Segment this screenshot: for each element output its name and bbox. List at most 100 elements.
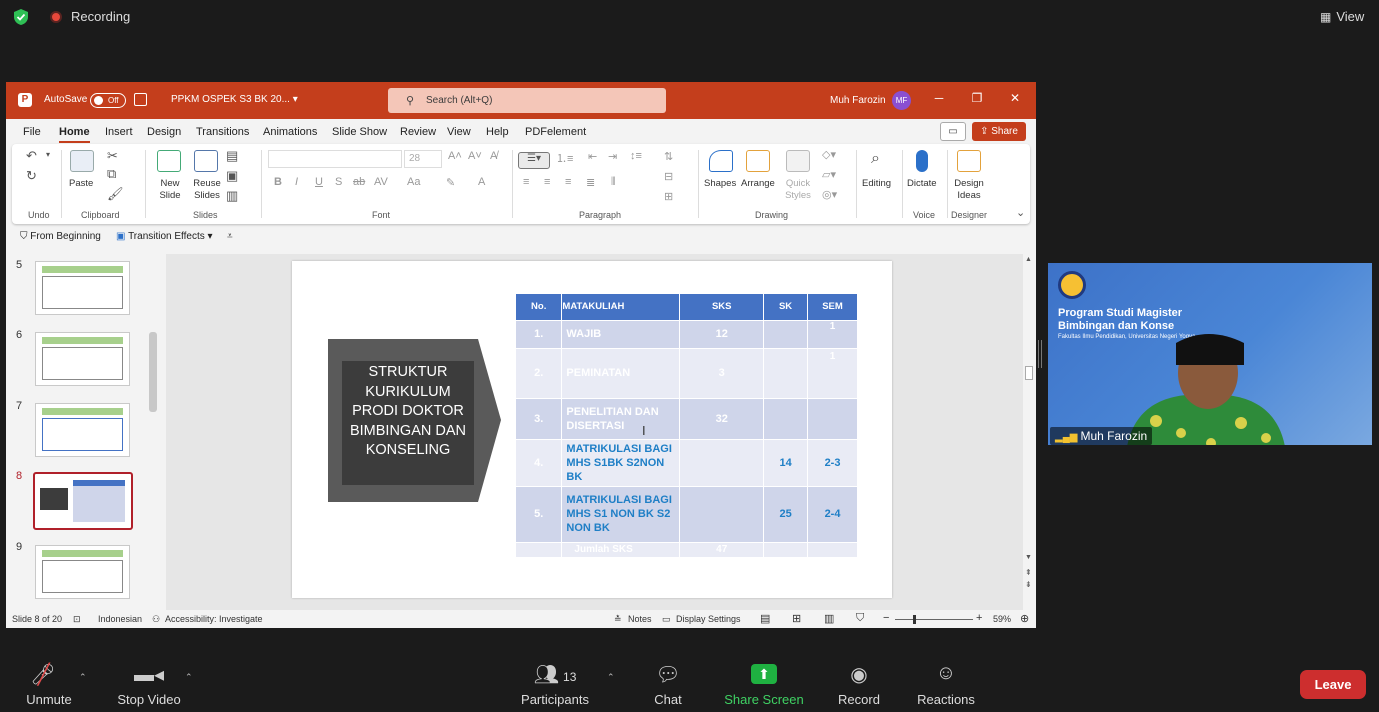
transition-effects-button[interactable]: ▣ Transition Effects ▾ bbox=[116, 231, 213, 242]
avatar[interactable]: MF bbox=[892, 91, 911, 110]
current-slide[interactable]: STRUKTUR KURIKULUM PRODI DOKTOR BIMBINGA… bbox=[292, 261, 892, 598]
document-title[interactable]: PPKM OSPEK S3 BK 20... ▾ bbox=[171, 94, 298, 105]
new-slide-icon[interactable] bbox=[157, 150, 181, 172]
scroll-thumb[interactable] bbox=[1025, 366, 1033, 380]
tab-transitions[interactable]: Transitions bbox=[196, 126, 249, 138]
highlight-icon[interactable]: ✎ bbox=[446, 176, 455, 189]
bold-icon[interactable]: B bbox=[274, 176, 282, 188]
shrink-font-icon[interactable]: A˅ bbox=[468, 150, 482, 162]
splitter-handle[interactable] bbox=[1038, 340, 1042, 368]
comments-button[interactable]: ▭ bbox=[940, 122, 966, 141]
tab-view[interactable]: View bbox=[447, 126, 471, 138]
grow-font-icon[interactable]: A˄ bbox=[448, 150, 462, 162]
view-button[interactable]: ▦ View bbox=[1314, 6, 1370, 27]
paste-button[interactable]: Paste bbox=[69, 178, 93, 190]
scroll-up-icon[interactable]: ▲ bbox=[1025, 256, 1032, 263]
tab-design[interactable]: Design bbox=[147, 126, 181, 138]
quick-styles-icon[interactable] bbox=[786, 150, 810, 172]
slide-thumbnail-6[interactable] bbox=[35, 332, 130, 386]
reading-view-icon[interactable]: ▥ bbox=[824, 612, 834, 625]
slideshow-icon[interactable]: ⛉ bbox=[856, 612, 864, 625]
next-slide-icon[interactable]: ⇟ bbox=[1025, 580, 1032, 589]
undo-dropdown-icon[interactable]: ▾ bbox=[46, 150, 50, 159]
user-name[interactable]: Muh Farozin bbox=[830, 95, 886, 106]
new-slide-button[interactable]: New Slide bbox=[150, 178, 190, 202]
tab-insert[interactable]: Insert bbox=[105, 126, 133, 138]
char-spacing-icon[interactable]: AV bbox=[374, 176, 388, 188]
format-painter-icon[interactable]: 🖌 bbox=[107, 186, 124, 202]
video-options-chevron-icon[interactable]: ⌃ bbox=[185, 672, 193, 683]
shapes-icon[interactable] bbox=[709, 150, 733, 172]
text-direction-icon[interactable]: ⇅ bbox=[664, 150, 673, 163]
zoom-slider[interactable] bbox=[895, 619, 973, 620]
fit-slide-icon[interactable]: ⊕ bbox=[1020, 612, 1029, 625]
microphone-icon[interactable] bbox=[916, 150, 928, 172]
numbering-icon[interactable]: ⒈≡ bbox=[556, 150, 573, 166]
tab-home[interactable]: Home bbox=[59, 126, 90, 143]
align-left-icon[interactable]: ≡ bbox=[523, 176, 529, 188]
slide-thumbnail-8-selected[interactable] bbox=[33, 472, 133, 530]
align-center-icon[interactable]: ≡ bbox=[544, 176, 550, 188]
autosave-toggle[interactable]: Off bbox=[90, 93, 126, 108]
tab-slide-show[interactable]: Slide Show bbox=[332, 126, 387, 138]
language-status[interactable]: Indonesian bbox=[98, 614, 142, 624]
slide-thumbnail-7[interactable] bbox=[35, 403, 130, 457]
paste-icon[interactable] bbox=[70, 150, 94, 172]
collapse-ribbon-icon[interactable]: ⌄ bbox=[1016, 206, 1025, 219]
columns-icon[interactable]: ⫴ bbox=[611, 176, 616, 189]
zoom-level[interactable]: 59% bbox=[993, 614, 1011, 624]
minimize-icon[interactable]: ─ bbox=[929, 91, 949, 105]
design-ideas-icon[interactable] bbox=[957, 150, 981, 172]
save-icon[interactable] bbox=[134, 93, 147, 106]
font-size-select[interactable]: 28 bbox=[404, 150, 442, 168]
thumbnails-scrollbar[interactable] bbox=[147, 258, 158, 598]
reuse-slides-icon[interactable] bbox=[194, 150, 218, 172]
tab-review[interactable]: Review bbox=[400, 126, 436, 138]
cut-icon[interactable]: ✂ bbox=[107, 148, 118, 164]
section-icon[interactable]: ▥ bbox=[226, 188, 238, 204]
normal-view-icon[interactable]: ▤ bbox=[760, 612, 770, 625]
display-settings-button[interactable]: Display Settings bbox=[676, 614, 741, 624]
font-name-select[interactable] bbox=[268, 150, 402, 168]
shapes-button[interactable]: Shapes bbox=[704, 178, 736, 190]
italic-icon[interactable]: I bbox=[295, 176, 298, 188]
participant-video-tile[interactable]: Program Studi Magister Bimbingan dan Kon… bbox=[1048, 263, 1372, 445]
bullets-button[interactable]: ☰▾ bbox=[518, 152, 550, 169]
slide-thumbnail-5[interactable] bbox=[35, 261, 130, 315]
close-icon[interactable]: ✕ bbox=[1005, 91, 1025, 105]
shape-fill-icon[interactable]: ◇▾ bbox=[822, 148, 836, 161]
scroll-down-icon[interactable]: ▼ bbox=[1025, 554, 1032, 561]
tab-help[interactable]: Help bbox=[486, 126, 509, 138]
design-ideas-button[interactable]: Design Ideas bbox=[951, 178, 987, 202]
zoom-out-icon[interactable]: − bbox=[883, 612, 889, 624]
underline-icon[interactable]: U bbox=[315, 176, 323, 188]
align-text-icon[interactable]: ⊟ bbox=[664, 170, 673, 183]
reactions-button[interactable]: ☺︎ Reactions bbox=[913, 662, 979, 707]
leave-button[interactable]: Leave bbox=[1300, 670, 1366, 699]
tab-file[interactable]: File bbox=[23, 126, 41, 138]
zoom-slider-thumb[interactable] bbox=[913, 615, 916, 624]
slide-scrollbar[interactable]: ▲ ▼ ⇞ ⇟ bbox=[1023, 254, 1035, 610]
tab-animations[interactable]: Animations bbox=[263, 126, 317, 138]
record-button[interactable]: ◉ Record bbox=[834, 662, 884, 707]
audio-options-chevron-icon[interactable]: ⌃ bbox=[79, 672, 87, 683]
previous-slide-icon[interactable]: ⇞ bbox=[1025, 568, 1032, 577]
arrange-button[interactable]: Arrange bbox=[741, 178, 775, 190]
shape-effects-icon[interactable]: ◎▾ bbox=[822, 188, 837, 201]
redo-icon[interactable]: ↻ bbox=[26, 168, 37, 184]
reuse-slides-button[interactable]: Reuse Slides bbox=[188, 178, 226, 202]
stop-video-button[interactable]: ▬◂ Stop Video bbox=[112, 662, 186, 707]
share-screen-button[interactable]: ⬆ Share Screen bbox=[722, 662, 806, 707]
quick-styles-button[interactable]: Quick Styles bbox=[780, 178, 816, 202]
participants-button[interactable]: 👥︎ 13 Participants bbox=[515, 662, 595, 707]
participants-options-chevron-icon[interactable]: ⌃ bbox=[607, 672, 615, 683]
font-color-icon[interactable]: A bbox=[478, 176, 485, 188]
editing-button[interactable]: Editing bbox=[862, 178, 891, 190]
change-case-icon[interactable]: Aa bbox=[407, 176, 420, 188]
layout-icon[interactable]: ▤ bbox=[226, 148, 238, 164]
justify-icon[interactable]: ≣ bbox=[586, 176, 595, 189]
notes-button[interactable]: Notes bbox=[628, 614, 652, 624]
arrange-icon[interactable] bbox=[746, 150, 770, 172]
security-shield-icon[interactable] bbox=[12, 8, 30, 26]
undo-icon[interactable]: ↶ bbox=[26, 148, 37, 164]
